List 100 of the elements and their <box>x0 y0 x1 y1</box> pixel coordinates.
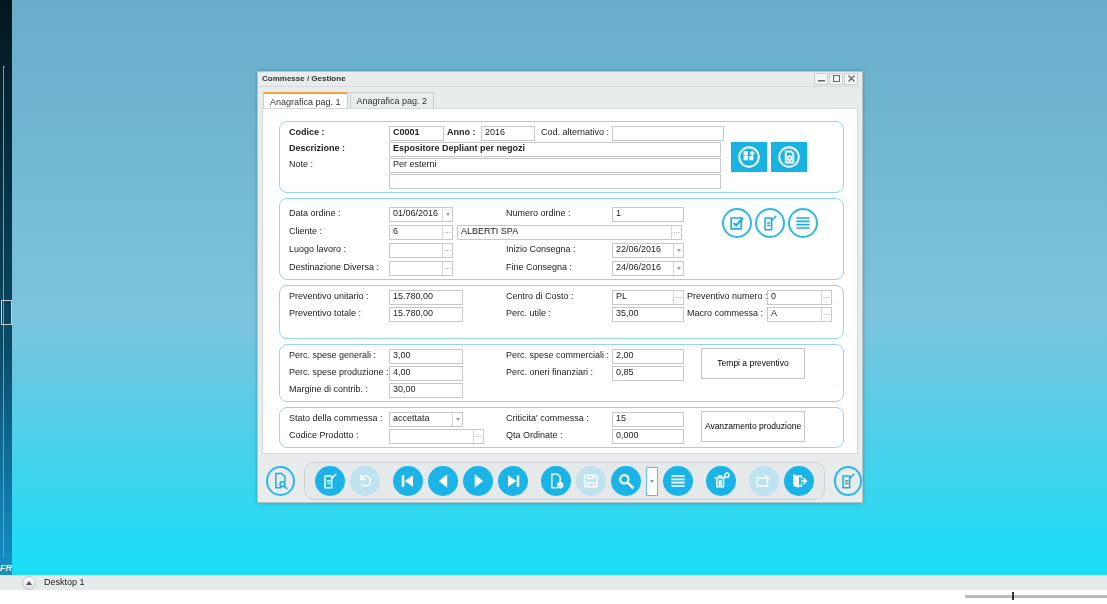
field-label: Note : <box>289 158 314 172</box>
input-field[interactable]: Per esterni <box>389 157 721 173</box>
icon-button[interactable] <box>788 208 818 238</box>
lookup-field[interactable]: A <box>767 306 832 322</box>
field-label: Preventivo numero : <box>687 290 767 304</box>
input-field[interactable]: 4,00 <box>389 365 463 381</box>
field-label: Qta Ordinate : <box>506 429 564 443</box>
dropdown-arrow-icon <box>445 212 450 216</box>
field-label: Numero ordine : <box>506 207 572 221</box>
desktop-label: Desktop 1 <box>44 575 85 589</box>
lookup-field[interactable] <box>389 428 484 444</box>
input-field[interactable]: 0,000 <box>612 428 684 444</box>
input-field[interactable]: 1 <box>612 206 684 222</box>
more-icon <box>675 295 682 299</box>
window-title: Commesse / Gestione <box>262 73 347 85</box>
icon-button[interactable] <box>722 208 752 238</box>
field-label: Preventivo unitario : <box>289 290 370 304</box>
field-label: Destinazione Diversa : <box>289 261 381 275</box>
toolbar-button[interactable] <box>610 466 641 496</box>
more-icon <box>444 248 451 252</box>
field-label: Criticita' commessa : <box>506 412 590 426</box>
lookup-field[interactable] <box>389 260 453 276</box>
field-label: Macro commessa : <box>687 307 765 321</box>
dropdown-field[interactable]: accettata <box>389 411 463 427</box>
field-label: Fine Consegna : <box>506 261 574 275</box>
field-label: Stato della commessa : <box>289 412 384 426</box>
field-label: Codice : <box>289 126 326 140</box>
icon-button[interactable] <box>731 142 767 172</box>
action-button[interactable]: Avanzamento produzione <box>701 411 805 442</box>
lookup-field[interactable]: PL <box>612 289 684 305</box>
input-field[interactable]: 3,00 <box>389 348 463 364</box>
input-field[interactable] <box>612 125 724 141</box>
dropdown-arrow-icon <box>455 417 460 421</box>
slider-thumb[interactable] <box>1011 591 1014 600</box>
lookup-field[interactable] <box>389 242 453 258</box>
more-icon <box>475 434 482 438</box>
more-icon <box>823 295 830 299</box>
minimize-button[interactable] <box>814 73 828 85</box>
tab[interactable]: Anagrafica pag. 2 <box>349 92 435 108</box>
input-field[interactable]: 15.780,00 <box>389 289 463 305</box>
grid-icon <box>736 144 762 170</box>
lookup-field[interactable]: 6 <box>389 224 453 240</box>
maximize-button[interactable] <box>829 73 843 85</box>
field-label: Anno : <box>447 126 477 140</box>
field-label: Cliente : <box>289 225 324 239</box>
field-label: Cod. alternativo : <box>541 126 611 140</box>
more-icon <box>444 266 451 270</box>
field-label: Centro di Costo : <box>506 290 575 304</box>
input-field[interactable]: 2016 <box>481 125 535 141</box>
zoom-slider[interactable] <box>965 594 1107 598</box>
input-field[interactable]: 35,00 <box>612 306 684 322</box>
field-label: Margine di contrib. : <box>289 383 370 397</box>
icon-button[interactable] <box>771 142 807 172</box>
dropdown-field[interactable]: 24/06/2016 <box>612 260 684 276</box>
dropdown-field[interactable]: 01/06/2016 <box>389 206 453 222</box>
field-label: Luogo lavoro : <box>289 243 348 257</box>
toolbar-button[interactable] <box>497 466 528 496</box>
toolbar-button[interactable] <box>266 466 295 496</box>
icon-button[interactable] <box>755 208 785 238</box>
lookup-field[interactable]: 0 <box>767 289 832 305</box>
up-arrow-icon <box>26 580 32 585</box>
lookup-field[interactable]: ALBERTI SPA <box>457 224 682 240</box>
scroll-thumb[interactable] <box>1 300 12 325</box>
toolbar-button[interactable] <box>462 466 493 496</box>
input-field[interactable]: 15 <box>612 411 684 427</box>
toolbar-button[interactable] <box>540 466 571 496</box>
close-button[interactable] <box>844 73 858 85</box>
input-field[interactable]: 15.780,00 <box>389 306 463 322</box>
field-label: Preventivo totale : <box>289 307 363 321</box>
toolbar-button[interactable] <box>705 466 736 496</box>
document-icon <box>776 144 802 170</box>
more-icon <box>823 312 830 316</box>
input-field[interactable]: 0,85 <box>612 365 684 381</box>
input-field[interactable] <box>389 173 721 189</box>
maximize-icon <box>832 74 840 82</box>
expand-button[interactable] <box>22 575 36 590</box>
minimize-icon <box>817 80 825 82</box>
action-button[interactable]: Tempi a preventivo <box>701 348 805 379</box>
field-label: Perc. spese generali : <box>289 349 378 363</box>
toolbar-button[interactable] <box>314 466 345 496</box>
input-field[interactable]: 2,00 <box>612 348 684 364</box>
toolbar-button[interactable] <box>662 466 693 496</box>
caret-icon <box>649 479 654 483</box>
input-field[interactable]: 30,00 <box>389 382 463 398</box>
input-field[interactable]: C0001 <box>389 125 444 141</box>
toolbar-button[interactable] <box>427 466 458 496</box>
field-label: Perc. utile : <box>506 307 553 321</box>
dropdown-arrow-icon <box>676 266 681 270</box>
input-field[interactable]: Espositore Depliant per negozi <box>389 141 721 157</box>
toolbar-button[interactable] <box>833 466 862 496</box>
field-label: Perc. spese commerciali : <box>506 349 611 363</box>
close-icon <box>847 74 855 82</box>
toolbar-button[interactable] <box>392 466 423 496</box>
toolbar-button[interactable] <box>783 466 814 496</box>
tab[interactable]: Anagrafica pag. 1 <box>263 92 348 108</box>
dropdown-arrow-icon <box>676 248 681 252</box>
dropdown-field[interactable]: 22/06/2016 <box>612 242 684 258</box>
dropdown-toggle[interactable] <box>645 466 658 496</box>
more-icon <box>673 230 680 234</box>
field-label: Descrizione : <box>289 142 347 156</box>
